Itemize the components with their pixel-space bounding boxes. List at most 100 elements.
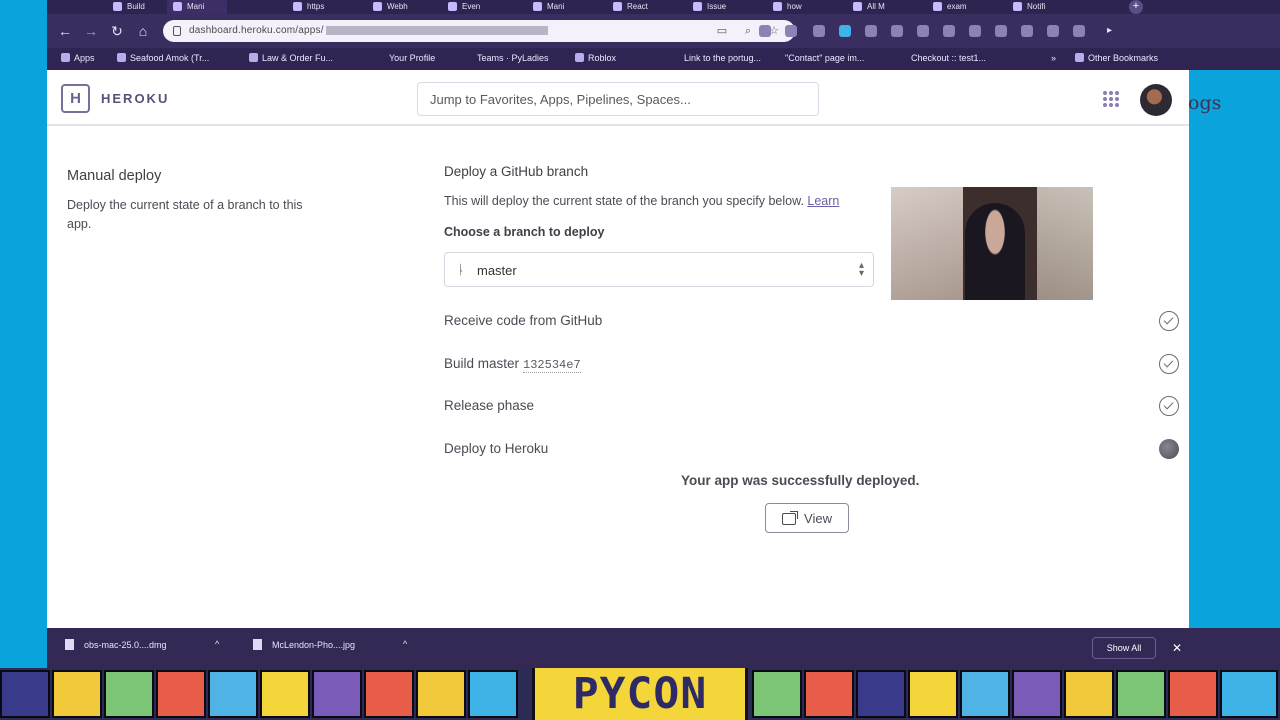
extension-icon[interactable] xyxy=(865,25,877,37)
close-icon[interactable]: ✕ xyxy=(1167,637,1187,659)
github-icon xyxy=(613,2,622,11)
banner-tile xyxy=(752,670,802,718)
download-filename: McLendon-Pho....jpg xyxy=(272,640,356,650)
bookmark[interactable]: Checkout :: test1... xyxy=(911,53,986,63)
github-icon xyxy=(693,2,702,11)
zoom-icon[interactable]: ⌕ xyxy=(741,24,755,38)
caret-up-icon[interactable]: ^ xyxy=(403,639,407,649)
bookmark[interactable]: Teams · PyLadies xyxy=(477,53,549,63)
step-label: Deploy to Heroku xyxy=(444,441,549,456)
banner-tile xyxy=(312,670,362,718)
learn-more-link[interactable]: Learn xyxy=(807,194,839,208)
bookmark-label: Apps xyxy=(74,53,95,63)
webcam-person xyxy=(965,203,1025,300)
tab[interactable]: Issue xyxy=(687,0,747,14)
tab[interactable]: React xyxy=(607,0,667,14)
pycon-banner: PYCON 2020 xyxy=(0,668,1280,720)
tab[interactable]: Webh xyxy=(367,0,427,14)
banner-tile xyxy=(856,670,906,718)
user-avatar[interactable] xyxy=(1140,84,1172,116)
step-receive-code: Receive code from GitHub xyxy=(444,311,1179,335)
tab-active[interactable]: Mani xyxy=(167,0,227,14)
bookmarks-overflow[interactable]: » xyxy=(1051,53,1056,63)
home-icon[interactable]: ⌂ xyxy=(135,23,151,39)
other-bookmarks[interactable]: Other Bookmarks xyxy=(1075,53,1158,63)
show-all-downloads-button[interactable]: Show All xyxy=(1092,637,1156,659)
step-build: Build master 132534e7 xyxy=(444,354,1179,378)
extension-icon[interactable] xyxy=(1047,25,1059,37)
step-build-label: Build master xyxy=(444,356,520,371)
back-arrow-icon[interactable]: ← xyxy=(57,23,73,39)
step-label: Release phase xyxy=(444,398,535,413)
caret-up-icon[interactable]: ^ xyxy=(215,639,219,649)
url-text: dashboard.heroku.com/apps/ xyxy=(189,25,548,36)
section-title: Manual deploy xyxy=(67,168,162,184)
bookmark[interactable]: Link to the portug... xyxy=(684,53,761,63)
bookmark[interactable]: "Contact" page im... xyxy=(785,53,864,63)
tab-label: Build xyxy=(127,2,145,11)
reload-icon[interactable]: ↻ xyxy=(109,23,125,39)
tab-favicon-icon xyxy=(113,2,122,11)
extension-icon[interactable] xyxy=(813,25,825,37)
heroku-page: H HEROKU Manual deploy Deploy the curren… xyxy=(47,70,1189,628)
globe-icon xyxy=(293,2,302,11)
url-value: dashboard.heroku.com/apps/ xyxy=(189,25,324,36)
banner-tile xyxy=(208,670,258,718)
github-icon xyxy=(373,2,382,11)
webcam-overlay xyxy=(891,187,1093,300)
tab[interactable]: All M xyxy=(847,0,907,14)
banner-tile xyxy=(156,670,206,718)
apps-grid-icon[interactable] xyxy=(1103,91,1119,107)
tab[interactable]: Mani xyxy=(527,0,587,14)
tab-favicon-icon xyxy=(173,2,182,11)
extension-icon[interactable] xyxy=(1073,25,1085,37)
cast-icon[interactable]: ▭ xyxy=(715,24,729,38)
banner-tile xyxy=(104,670,154,718)
tab-label: Issue xyxy=(707,2,727,11)
deploy-branch-heading: Deploy a GitHub branch xyxy=(444,164,589,179)
download-item[interactable]: McLendon-Pho....jpg ^ xyxy=(253,639,413,657)
tab-label: All M xyxy=(867,2,885,11)
tab[interactable]: Notifi xyxy=(1007,0,1107,14)
extension-icon[interactable] xyxy=(943,25,955,37)
tab[interactable]: how xyxy=(767,0,827,14)
banner-tile xyxy=(468,670,518,718)
bookmark[interactable]: Your Profile xyxy=(389,53,435,63)
extension-icon[interactable] xyxy=(785,25,797,37)
banner-tile xyxy=(908,670,958,718)
bookmark-label: Teams · PyLadies xyxy=(477,53,549,63)
address-bar[interactable]: dashboard.heroku.com/apps/ ▭ ⌕ ☆ xyxy=(163,20,795,42)
deploy-status-icon xyxy=(1159,439,1179,459)
heroku-logo-icon[interactable]: H xyxy=(61,84,90,113)
extension-icon[interactable] xyxy=(969,25,981,37)
view-button-label: View xyxy=(804,510,832,526)
tab[interactable]: Build xyxy=(107,0,167,14)
branch-select[interactable]: ᚿ master ▴ ▾ xyxy=(444,252,874,287)
download-item[interactable]: obs-mac-25.0....dmg ^ xyxy=(65,639,225,657)
extension-icon[interactable] xyxy=(1021,25,1033,37)
global-search-input[interactable] xyxy=(417,82,819,116)
bookmark[interactable]: Seafood Amok (Tr... xyxy=(117,53,209,63)
extension-icon[interactable] xyxy=(995,25,1007,37)
extension-icon[interactable] xyxy=(891,25,903,37)
banner-tile xyxy=(260,670,310,718)
view-app-button[interactable]: View xyxy=(765,503,849,533)
extension-icon[interactable] xyxy=(839,25,851,37)
description-text: This will deploy the current state of th… xyxy=(444,194,804,208)
heroku-wordmark[interactable]: HEROKU xyxy=(101,91,169,106)
rss-extension-icon[interactable] xyxy=(759,25,771,37)
github-icon xyxy=(933,2,942,11)
commit-hash-link[interactable]: 132534e7 xyxy=(523,358,581,373)
extension-icon[interactable] xyxy=(917,25,929,37)
more-extensions-icon[interactable]: ▸ xyxy=(1107,25,1119,37)
bookmark[interactable]: Roblox xyxy=(575,53,616,63)
forward-arrow-icon[interactable]: → xyxy=(83,23,99,39)
bookmarks-bar: Apps Seafood Amok (Tr... Law & Order Fu.… xyxy=(47,48,1280,70)
new-tab-button[interactable]: + xyxy=(1129,0,1143,14)
bookmark[interactable]: Law & Order Fu... xyxy=(249,53,333,63)
tab[interactable]: https xyxy=(287,0,347,14)
bookmark-apps[interactable]: Apps xyxy=(61,53,95,63)
tab[interactable]: Even xyxy=(442,0,502,14)
tab[interactable]: exam xyxy=(927,0,987,14)
check-circle-icon xyxy=(1159,354,1179,374)
